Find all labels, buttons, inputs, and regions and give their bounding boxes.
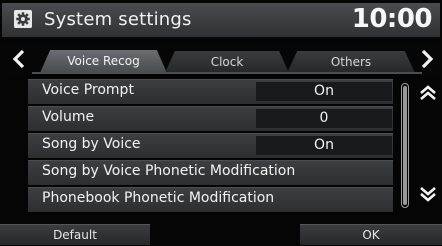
list-item-label: Volume	[42, 109, 95, 125]
scroll-up-icon[interactable]	[418, 85, 438, 101]
scroll-down-icon[interactable]	[418, 186, 438, 202]
header-bar: System settings 10:00	[2, 3, 440, 38]
list-item-label: Phonebook Phonetic Modification	[42, 190, 275, 206]
scrollbar[interactable]	[401, 83, 409, 208]
list-item-label: Voice Prompt	[42, 82, 134, 98]
list-item-song-by-voice[interactable]: Song by Voice On	[28, 133, 393, 158]
list-item-value: 0	[256, 109, 392, 128]
default-button[interactable]: Default	[0, 224, 150, 245]
list-item-phonebook-phonetic[interactable]: Phonebook Phonetic Modification	[28, 187, 393, 212]
list-item-voice-prompt[interactable]: Voice Prompt On	[28, 79, 393, 104]
chevron-right-icon[interactable]	[414, 48, 438, 70]
scrollbar-thumb[interactable]	[403, 86, 407, 205]
chevron-left-icon[interactable]	[8, 48, 32, 70]
list-item-value: On	[256, 82, 392, 101]
system-settings-screen: System settings 10:00 Voice Recog Clock …	[0, 0, 442, 246]
list-item-song-by-voice-phonetic[interactable]: Song by Voice Phonetic Modification	[28, 160, 393, 185]
list-item-value: On	[256, 136, 392, 155]
tab-bar: Voice Recog Clock Others	[2, 44, 440, 74]
tab-underline	[32, 72, 422, 74]
page-title: System settings	[44, 9, 192, 30]
list-item-volume[interactable]: Volume 0	[28, 106, 393, 131]
settings-list: Voice Prompt On Volume 0 Song by Voice O…	[28, 79, 393, 212]
tab-voice-recog[interactable]: Voice Recog	[40, 50, 167, 73]
tab-clock[interactable]: Clock	[165, 51, 289, 73]
gear-icon	[14, 10, 32, 28]
tab-others[interactable]: Others	[287, 51, 415, 73]
ok-button[interactable]: OK	[300, 224, 442, 245]
list-item-label: Song by Voice	[42, 136, 141, 152]
list-item-label: Song by Voice Phonetic Modification	[42, 163, 296, 179]
clock-display: 10:00	[351, 4, 433, 34]
